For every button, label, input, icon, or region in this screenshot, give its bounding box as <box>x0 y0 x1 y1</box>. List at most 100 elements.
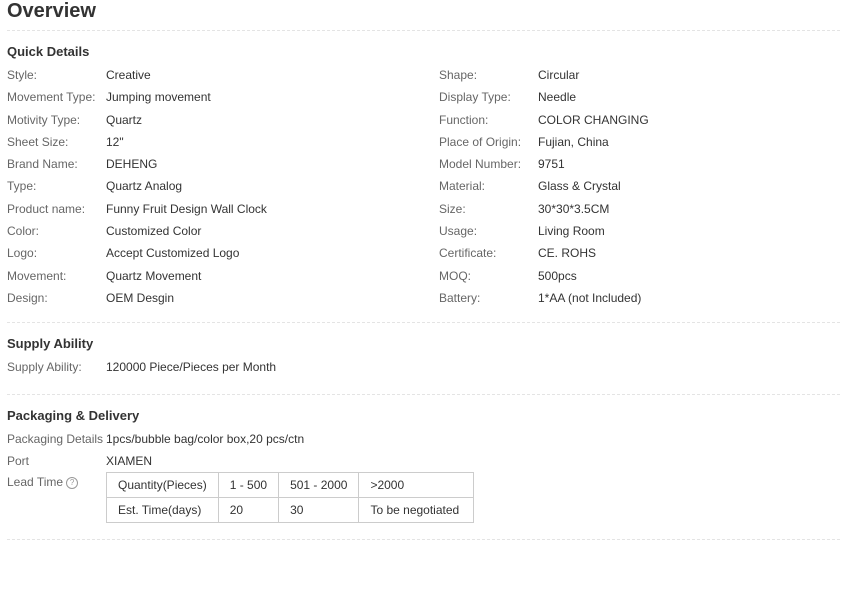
detail-value: 1*AA (not Included) <box>538 290 642 305</box>
detail-value: Quartz Movement <box>106 268 202 283</box>
detail-label: Model Number: <box>439 157 522 172</box>
quick-details-right-column: Shape: Circular Display Type: Needle Funct… <box>439 64 840 309</box>
packaging-delivery-section: Packaging & Delivery Packaging Details 1p… <box>7 408 840 541</box>
detail-row: Color: Customized Color <box>7 220 439 242</box>
table-row: Est. Time(days) 20 30 To be negotiated <box>106 497 475 524</box>
detail-value: Needle <box>538 90 577 105</box>
detail-row: Certificate: CE. ROHS <box>439 242 840 264</box>
detail-row: Place of Origin: Fujian, China <box>439 131 840 153</box>
detail-value: 500pcs <box>538 268 577 283</box>
table-cell: 1 - 500 <box>217 472 280 499</box>
detail-label: Logo: <box>7 246 38 261</box>
detail-label: Product name: <box>7 201 86 216</box>
detail-value: Funny Fruit Design Wall Clock <box>106 201 267 216</box>
table-cell: 30 <box>278 497 360 524</box>
supply-ability-section: Supply Ability Supply Ability: 120000 Pie… <box>7 336 840 396</box>
detail-value: COLOR CHANGING <box>538 112 649 127</box>
detail-row: Sheet Size: 12" <box>7 131 439 153</box>
detail-label: Color: <box>7 224 40 239</box>
detail-value: Creative <box>106 68 151 82</box>
lead-time-table: Quantity(Pieces) 1 - 500 501 - 2000 >200… <box>106 472 475 524</box>
detail-row: Material: Glass & Crystal <box>439 175 840 197</box>
detail-value: Circular <box>538 68 580 82</box>
detail-value: Quartz Analog <box>106 179 183 194</box>
detail-row: Product name: Funny Fruit Design Wall Clo… <box>7 198 439 220</box>
lead-time-label-wrap: Lead Time? <box>7 475 106 523</box>
detail-row: Design: OEM Desgin <box>7 287 439 309</box>
table-row: Quantity(Pieces) 1 - 500 501 - 2000 >200… <box>106 472 475 499</box>
table-cell: To be negotiated <box>358 497 475 524</box>
table-cell: 501 - 2000 <box>278 472 360 499</box>
detail-row: Shape: Circular <box>439 64 840 86</box>
detail-label: Style: <box>7 68 38 82</box>
detail-label: Motivity Type: <box>7 112 81 127</box>
detail-row: Size: 30*30*3.5CM <box>439 198 840 220</box>
page-title: Overview <box>7 0 840 31</box>
table-cell: 20 <box>217 497 280 524</box>
detail-row: Display Type: Needle <box>439 86 840 108</box>
help-icon[interactable]: ? <box>66 477 79 490</box>
table-cell: Est. Time(days) <box>106 497 219 524</box>
detail-value: Accept Customized Logo <box>106 246 240 261</box>
detail-value: OEM Desgin <box>106 290 175 305</box>
detail-row: Packaging Details 1pcs/bubble bag/color b… <box>7 428 840 450</box>
detail-row: Type: Quartz Analog <box>7 175 439 197</box>
detail-label: Supply Ability: <box>7 360 82 375</box>
product-overview: Overview Quick Details Style: Creative Mo… <box>7 0 840 541</box>
lead-time-label: Lead Time <box>7 475 64 490</box>
detail-label: MOQ: <box>439 268 471 283</box>
detail-row: Motivity Type: Quartz <box>7 109 439 131</box>
quick-details-left-column: Style: Creative Movement Type: Jumping mov… <box>7 64 439 309</box>
detail-row: Port XIAMEN <box>7 450 840 472</box>
table-cell: Quantity(Pieces) <box>106 472 219 499</box>
detail-label: Function: <box>439 112 489 127</box>
detail-label: Shape: <box>439 68 478 82</box>
detail-value: Jumping movement <box>106 90 211 105</box>
detail-value: 9751 <box>538 157 565 172</box>
detail-label: Packaging Details <box>7 432 104 447</box>
detail-row: Style: Creative <box>7 64 439 86</box>
detail-row: Movement: Quartz Movement <box>7 265 439 287</box>
detail-row: MOQ: 500pcs <box>439 265 840 287</box>
supply-ability-heading: Supply Ability <box>7 336 94 352</box>
detail-value: CE. ROHS <box>538 246 597 261</box>
lead-time-row: Lead Time? Quantity(Pieces) 1 - 500 501 … <box>7 472 840 524</box>
detail-value: Fujian, China <box>538 134 609 149</box>
quick-details-section: Quick Details Style: Creative Movement Ty… <box>7 44 840 324</box>
detail-row: Movement Type: Jumping movement <box>7 86 439 108</box>
detail-value: XIAMEN <box>106 454 153 469</box>
detail-label: Display Type: <box>439 90 511 105</box>
detail-label: Material: <box>439 179 486 194</box>
detail-label: Size: <box>439 201 466 216</box>
detail-label: Movement: <box>7 268 67 283</box>
detail-value: 1pcs/bubble bag/color box,20 pcs/ctn <box>106 432 305 447</box>
detail-value: 30*30*3.5CM <box>538 201 610 216</box>
detail-value: DEHENG <box>106 157 158 172</box>
detail-value: Customized Color <box>106 224 202 239</box>
detail-row: Function: COLOR CHANGING <box>439 109 840 131</box>
detail-row: Battery: 1*AA (not Included) <box>439 287 840 309</box>
detail-value: Quartz <box>106 112 143 127</box>
detail-value: Living Room <box>538 224 605 239</box>
detail-value: Glass & Crystal <box>538 179 621 194</box>
detail-label: Movement Type: <box>7 90 96 105</box>
detail-label: Port <box>7 454 30 469</box>
detail-label: Battery: <box>439 290 481 305</box>
detail-row: Logo: Accept Customized Logo <box>7 242 439 264</box>
packaging-delivery-heading: Packaging & Delivery <box>7 408 140 424</box>
detail-label: Design: <box>7 290 48 305</box>
detail-label: Brand Name: <box>7 157 78 172</box>
detail-label: Place of Origin: <box>439 134 522 149</box>
detail-label: Type: <box>7 179 37 194</box>
table-cell: >2000 <box>358 472 475 499</box>
detail-row: Brand Name: DEHENG <box>7 153 439 175</box>
quick-details-heading: Quick Details <box>7 44 90 59</box>
detail-label: Sheet Size: <box>7 134 69 149</box>
detail-label: Certificate: <box>439 246 497 261</box>
detail-row: Usage: Living Room <box>439 220 840 242</box>
detail-label: Usage: <box>439 224 478 239</box>
detail-row: Supply Ability: 120000 Piece/Pieces per M… <box>7 356 840 378</box>
detail-value: 12" <box>106 134 124 149</box>
detail-value: 120000 Piece/Pieces per Month <box>106 360 277 375</box>
detail-row: Model Number: 9751 <box>439 153 840 175</box>
